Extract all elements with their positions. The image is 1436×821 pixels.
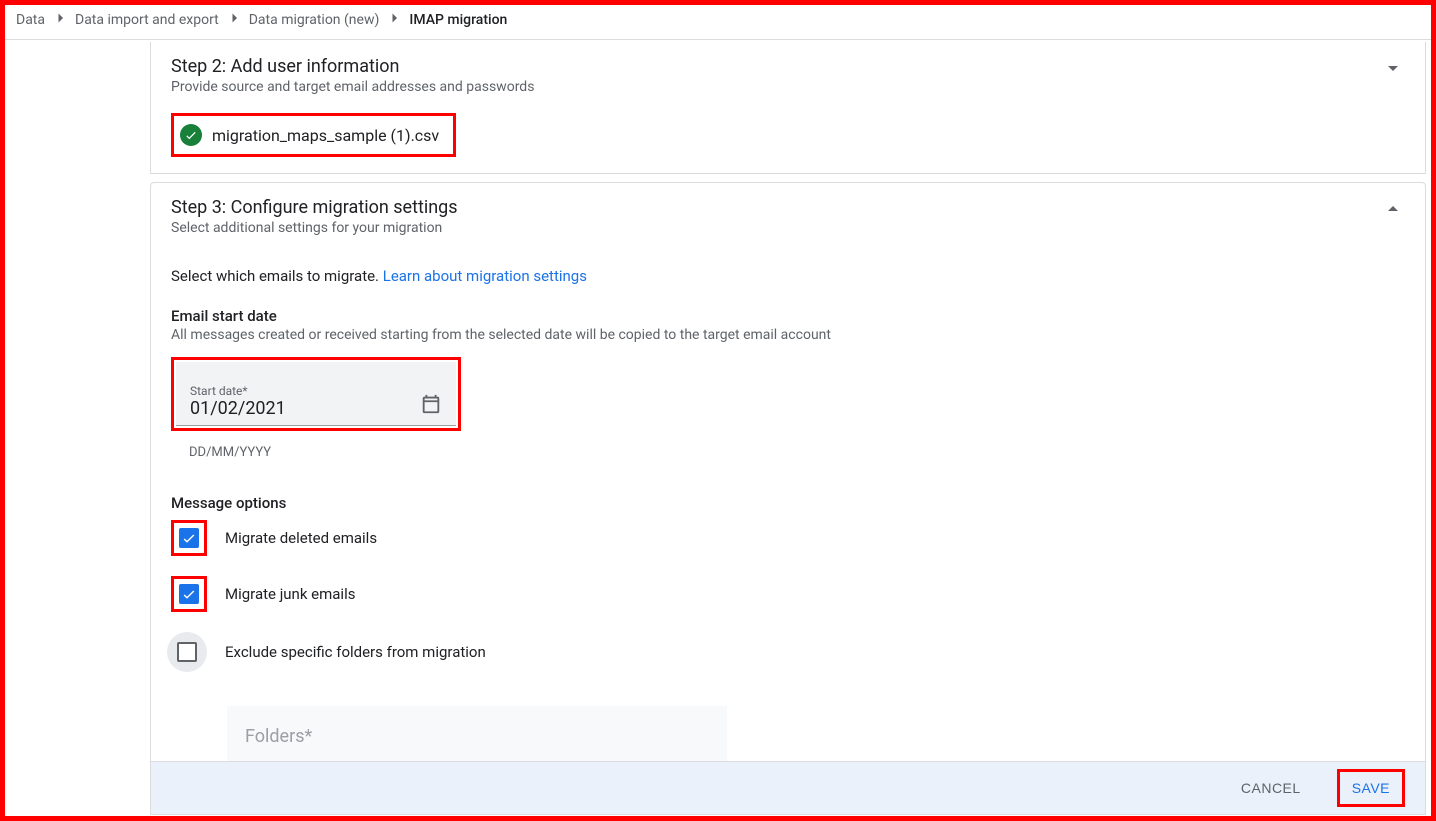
chevron-up-icon[interactable] <box>1381 197 1405 225</box>
checkbox-highlight <box>171 520 207 556</box>
date-format-hint: DD/MM/YYYY <box>171 445 461 460</box>
uploaded-file-name: migration_maps_sample (1).csv <box>212 126 439 145</box>
checkbox-migrate-deleted[interactable] <box>179 528 199 548</box>
email-start-date-help: All messages created or received startin… <box>171 327 1405 343</box>
learn-link[interactable]: Learn about migration settings <box>383 267 587 285</box>
breadcrumb-item-current: IMAP migration <box>409 12 507 28</box>
start-date-floating-label: Start date* <box>190 384 286 398</box>
option-migrate-deleted: Migrate deleted emails <box>171 520 1405 556</box>
uploaded-file-chip: migration_maps_sample (1).csv <box>171 113 456 157</box>
label-migrate-junk: Migrate junk emails <box>225 585 355 603</box>
label-migrate-deleted: Migrate deleted emails <box>225 529 377 547</box>
step2-title: Step 2: Add user information <box>171 56 1381 77</box>
breadcrumb-item[interactable]: Data <box>16 12 45 28</box>
checkbox-exclude-folders[interactable] <box>177 642 197 662</box>
step2-header[interactable]: Step 2: Add user information Provide sou… <box>151 42 1425 105</box>
start-date-value: 01/02/2021 <box>190 398 286 419</box>
label-exclude-folders: Exclude specific folders from migration <box>225 643 486 661</box>
step3-title: Step 3: Configure migration settings <box>171 197 1381 218</box>
chevron-right-icon <box>385 9 403 31</box>
start-date-field[interactable]: Start date* 01/02/2021 <box>176 362 456 426</box>
folders-input[interactable]: Folders* <box>227 706 727 768</box>
message-options-label: Message options <box>171 494 1405 512</box>
option-migrate-junk: Migrate junk emails <box>171 576 1405 612</box>
option-exclude-folders: Exclude specific folders from migration <box>171 632 1405 672</box>
footer-bar: CANCEL SAVE <box>150 761 1426 815</box>
step3-card: Step 3: Configure migration settings Sel… <box>150 182 1426 789</box>
save-highlight: SAVE <box>1337 769 1405 807</box>
check-circle-icon <box>180 124 202 146</box>
calendar-icon[interactable] <box>420 393 442 419</box>
breadcrumb: Data Data import and export Data migrati… <box>0 0 1436 40</box>
chevron-right-icon <box>51 9 69 31</box>
checkbox-migrate-junk[interactable] <box>179 584 199 604</box>
chevron-right-icon <box>225 9 243 31</box>
step3-subtitle: Select additional settings for your migr… <box>171 220 1381 236</box>
step2-subtitle: Provide source and target email addresse… <box>171 79 1381 95</box>
select-emails-pre: Select which emails to migrate. <box>171 267 383 285</box>
folders-placeholder: Folders* <box>245 726 312 747</box>
checkbox-highlight <box>171 576 207 612</box>
step3-header[interactable]: Step 3: Configure migration settings Sel… <box>151 183 1425 246</box>
chevron-down-icon[interactable] <box>1381 56 1405 84</box>
email-start-date-label: Email start date <box>171 307 1405 325</box>
step2-card: Step 2: Add user information Provide sou… <box>150 42 1426 174</box>
cancel-button[interactable]: CANCEL <box>1231 772 1311 804</box>
checkbox-ripple <box>167 632 207 672</box>
start-date-highlight: Start date* 01/02/2021 <box>171 357 461 431</box>
select-emails-text: Select which emails to migrate. Learn ab… <box>171 267 1405 285</box>
save-button[interactable]: SAVE <box>1342 772 1400 804</box>
breadcrumb-item[interactable]: Data import and export <box>75 12 219 28</box>
breadcrumb-item[interactable]: Data migration (new) <box>249 12 380 28</box>
